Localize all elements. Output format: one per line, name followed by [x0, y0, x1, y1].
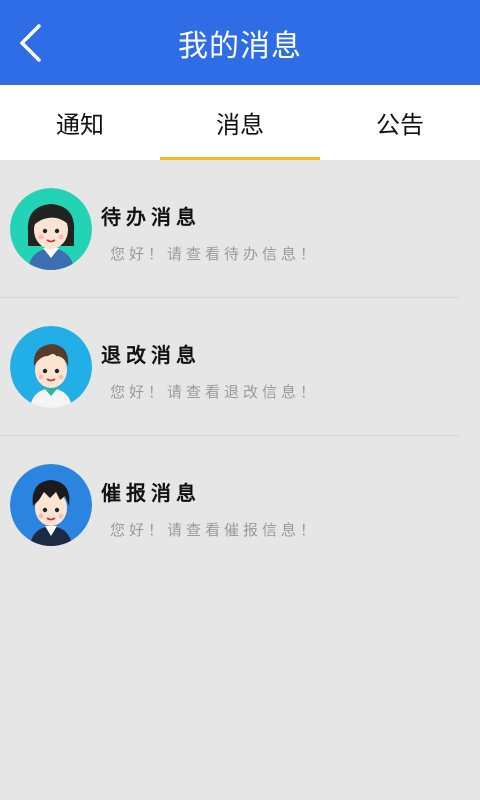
girl-avatar-icon — [10, 188, 92, 270]
tab-announcement[interactable]: 公告 — [320, 85, 480, 160]
list-item-reminder[interactable]: 催报消息 您好！请查看催报信息！ — [0, 464, 480, 602]
boy-avatar-icon — [10, 464, 92, 546]
boy-avatar-icon — [10, 326, 92, 408]
page-title: 我的消息 — [178, 28, 302, 64]
back-button[interactable] — [0, 0, 60, 85]
message-list: 待办消息 您好！请查看待办信息！ 退改消息 您好！请查看退改信息！ 催报消息 您… — [0, 188, 480, 602]
tab-notice[interactable]: 通知 — [0, 85, 160, 160]
message-title: 催报消息 — [101, 481, 201, 505]
chevron-left-icon — [20, 23, 41, 62]
message-title: 退改消息 — [101, 343, 201, 367]
tab-bar: 通知 消息 公告 — [0, 85, 480, 160]
list-item-refund[interactable]: 退改消息 您好！请查看退改信息！ — [0, 326, 480, 464]
divider — [0, 435, 460, 436]
message-subtitle: 您好！请查看催报信息！ — [110, 521, 320, 539]
divider — [0, 297, 460, 298]
app-header: 我的消息 — [0, 0, 480, 85]
list-item-todo[interactable]: 待办消息 您好！请查看待办信息！ — [0, 188, 480, 326]
tab-messages[interactable]: 消息 — [160, 85, 320, 160]
message-subtitle: 您好！请查看退改信息！ — [110, 383, 320, 401]
message-subtitle: 您好！请查看待办信息！ — [110, 245, 320, 263]
message-title: 待办消息 — [101, 205, 201, 229]
